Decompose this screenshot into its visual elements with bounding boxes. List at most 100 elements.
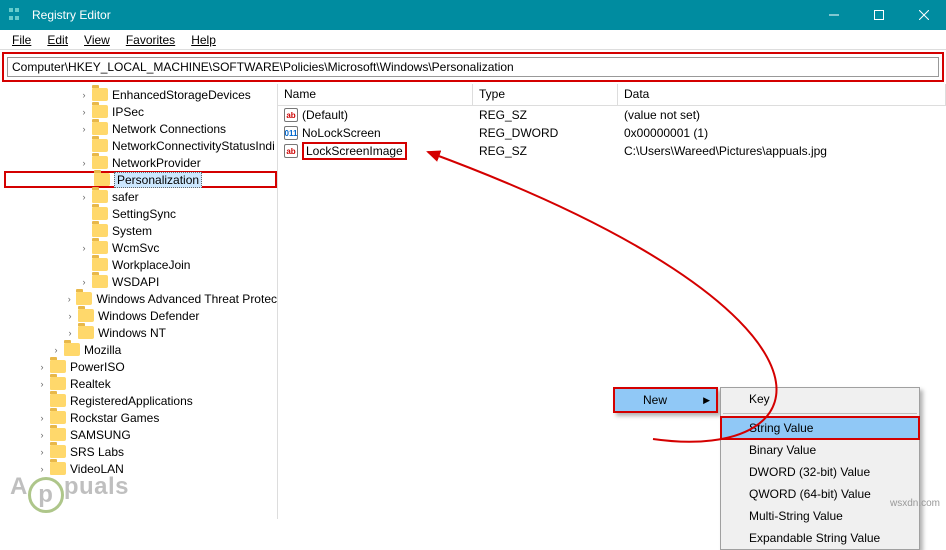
column-name[interactable]: Name	[278, 84, 473, 105]
expand-icon[interactable]: ›	[78, 106, 90, 118]
context-menu-new[interactable]: New ▶	[615, 389, 716, 411]
tree-item[interactable]: ›NetworkProvider	[4, 154, 277, 171]
folder-icon	[94, 173, 110, 186]
submenu-binary-value[interactable]: Binary Value	[721, 439, 919, 461]
list-row[interactable]: 011NoLockScreenREG_DWORD0x00000001 (1)	[278, 124, 946, 142]
tree-item[interactable]: ›Realtek	[4, 375, 277, 392]
folder-icon	[50, 445, 66, 458]
string-value-icon: ab	[284, 108, 298, 122]
expand-icon[interactable]: ›	[64, 310, 76, 322]
folder-icon	[92, 105, 108, 118]
folder-icon	[92, 258, 108, 271]
value-name: (Default)	[302, 108, 348, 122]
tree-item-label: Network Connections	[112, 122, 226, 136]
expand-icon[interactable]: ›	[36, 412, 48, 424]
tree-item[interactable]: System	[4, 222, 277, 239]
tree-item[interactable]: › Network Connections	[4, 120, 277, 137]
submenu-key[interactable]: Key	[721, 388, 919, 410]
maximize-button[interactable]	[856, 0, 901, 30]
tree-item[interactable]: ›SRS Labs	[4, 443, 277, 460]
tree-item[interactable]: › IPSec	[4, 103, 277, 120]
submenu-expandable-string-value[interactable]: Expandable String Value	[721, 527, 919, 549]
tree-item-label: EnhancedStorageDevices	[112, 88, 251, 102]
tree-item-label: Mozilla	[84, 343, 121, 357]
tree-item[interactable]: › Mozilla	[4, 341, 277, 358]
folder-icon	[50, 360, 66, 373]
folder-icon	[76, 292, 92, 305]
expand-icon[interactable]: ›	[78, 191, 90, 203]
address-input[interactable]	[7, 57, 939, 77]
list-row[interactable]: abLockScreenImageREG_SZC:\Users\Wareed\P…	[278, 142, 946, 160]
expand-icon[interactable]: ›	[78, 89, 90, 101]
menu-help[interactable]: Help	[183, 31, 224, 49]
expand-icon[interactable]: ›	[64, 293, 74, 305]
menu-view[interactable]: View	[76, 31, 118, 49]
tree-item[interactable]: SettingSync	[4, 205, 277, 222]
tree-item[interactable]: RegisteredApplications	[4, 392, 277, 409]
tree-item-label: Rockstar Games	[70, 411, 159, 425]
tree-item-label: IPSec	[112, 105, 144, 119]
expand-icon	[78, 225, 90, 237]
watermark: Appuals	[0, 469, 129, 505]
close-button[interactable]	[901, 0, 946, 30]
expand-icon[interactable]: ›	[78, 276, 90, 288]
menu-file[interactable]: File	[4, 31, 39, 49]
expand-icon[interactable]: ›	[36, 361, 48, 373]
tree-item-label: Personalization	[114, 172, 202, 188]
tree-item-label: PowerISO	[70, 360, 125, 374]
value-data: (value not set)	[618, 108, 946, 122]
menu-edit[interactable]: Edit	[39, 31, 76, 49]
tree-item[interactable]: WorkplaceJoin	[4, 256, 277, 273]
folder-icon	[92, 224, 108, 237]
column-type[interactable]: Type	[473, 84, 618, 105]
tree-item[interactable]: ›SAMSUNG	[4, 426, 277, 443]
tree-item[interactable]: › Windows Defender	[4, 307, 277, 324]
tree-item-label: WcmSvc	[112, 241, 159, 255]
string-value-icon: ab	[284, 144, 298, 158]
tree-item[interactable]: Personalization	[4, 171, 277, 188]
tree-item-label: SettingSync	[112, 207, 176, 221]
menu-separator	[723, 413, 917, 414]
column-data[interactable]: Data	[618, 84, 946, 105]
context-submenu: Key String Value Binary Value DWORD (32-…	[720, 387, 920, 550]
value-name: NoLockScreen	[302, 126, 381, 140]
expand-icon[interactable]: ›	[78, 242, 90, 254]
expand-icon[interactable]: ›	[78, 157, 90, 169]
tree-item[interactable]: › PowerISO	[4, 358, 277, 375]
expand-icon[interactable]: ›	[36, 378, 48, 390]
tree-item[interactable]: ›WSDAPI	[4, 273, 277, 290]
expand-icon[interactable]: ›	[50, 344, 62, 356]
expand-icon[interactable]: ›	[64, 327, 76, 339]
folder-icon	[92, 139, 108, 152]
folder-icon	[50, 428, 66, 441]
expand-icon[interactable]: ›	[36, 429, 48, 441]
tree-item[interactable]: ›safer	[4, 188, 277, 205]
folder-icon	[92, 190, 108, 203]
expand-icon	[80, 174, 92, 186]
list-row[interactable]: ab(Default)REG_SZ(value not set)	[278, 106, 946, 124]
tree-item[interactable]: › WcmSvc	[4, 239, 277, 256]
tree-item[interactable]: NetworkConnectivityStatusIndi	[4, 137, 277, 154]
tree-item[interactable]: ›Windows NT	[4, 324, 277, 341]
menu-favorites[interactable]: Favorites	[118, 31, 183, 49]
context-menu: New ▶	[613, 387, 718, 413]
expand-icon[interactable]: ›	[78, 123, 90, 135]
folder-icon	[78, 309, 94, 322]
minimize-button[interactable]	[811, 0, 856, 30]
tree-item-label: Windows Advanced Threat Protec	[96, 292, 277, 306]
tree-item-label: Windows Defender	[98, 309, 199, 323]
submenu-string-value[interactable]: String Value	[721, 417, 919, 439]
folder-icon	[92, 156, 108, 169]
submenu-dword-value[interactable]: DWORD (32-bit) Value	[721, 461, 919, 483]
expand-icon[interactable]: ›	[36, 446, 48, 458]
titlebar: Registry Editor	[0, 0, 946, 30]
tree-pane[interactable]: › EnhancedStorageDevices › IPSec › Network Co…	[0, 84, 278, 519]
binary-value-icon: 011	[284, 126, 298, 140]
value-data: C:\Users\Wareed\Pictures\appuals.jpg	[618, 144, 946, 158]
tree-item[interactable]: › Windows Advanced Threat Protec	[4, 290, 277, 307]
expand-icon	[36, 395, 48, 407]
value-data: 0x00000001 (1)	[618, 126, 946, 140]
tree-item[interactable]: › Rockstar Games	[4, 409, 277, 426]
folder-icon	[92, 275, 108, 288]
tree-item[interactable]: › EnhancedStorageDevices	[4, 86, 277, 103]
